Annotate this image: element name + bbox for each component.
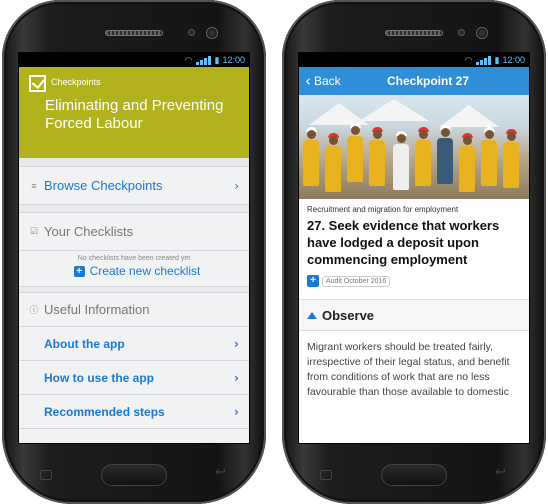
- checkpoint-content: Recruitment and migration for employment…: [299, 199, 529, 287]
- nav-bar: ‹ Back Checkpoint 27: [299, 67, 529, 95]
- menu-key-icon[interactable]: [320, 470, 332, 480]
- status-bar: ◠ ▮ 12:00: [19, 53, 249, 67]
- speaker-grille: [105, 30, 163, 36]
- menu-key-icon[interactable]: [40, 470, 52, 480]
- status-time: 12:00: [502, 55, 525, 65]
- status-bar: ◠ ▮ 12:00: [299, 53, 529, 67]
- back-key-icon[interactable]: ↩: [215, 465, 226, 480]
- about-app-label: About the app: [44, 336, 125, 351]
- signal-icon: [475, 55, 492, 65]
- chevron-right-icon: ›: [234, 404, 239, 419]
- create-checklist-label: Create new checklist: [89, 264, 201, 278]
- checkpoint-tags: + Audit October 2016: [307, 275, 521, 287]
- front-camera: [206, 27, 218, 39]
- app-header: Checkpoints Eliminating and Preventing F…: [19, 67, 249, 158]
- recommended-steps-row[interactable]: Recommended steps ›: [19, 395, 249, 429]
- checkbox-logo-icon: [29, 75, 46, 92]
- checkpoint-heading: 27. Seek evidence that workers have lodg…: [307, 218, 500, 267]
- triangle-up-icon: [307, 311, 317, 319]
- how-to-use-row[interactable]: How to use the app ›: [19, 361, 249, 395]
- info-icon: ⓘ: [29, 305, 39, 315]
- chevron-right-icon: ›: [234, 370, 239, 385]
- observe-text: Migrant workers should be treated fairly…: [307, 341, 510, 398]
- back-key-icon[interactable]: ↩: [495, 465, 506, 480]
- back-label: Back: [314, 74, 341, 88]
- empty-checklists-note: No checklists have been created yet: [77, 255, 191, 262]
- checklists-section: No checklists have been created yet + Cr…: [19, 251, 249, 287]
- home-menu: ≡ Browse Checkpoints › ☑ Your Checklists…: [19, 158, 249, 443]
- home-button[interactable]: [381, 464, 447, 486]
- status-time: 12:00: [222, 55, 245, 65]
- phone-left: ◠ ▮ 12:00 Checkpoints Eliminating and Pr…: [2, 0, 266, 504]
- divider: [19, 205, 249, 213]
- app-title: Eliminating and Preventing Forced Labour: [45, 97, 224, 132]
- wifi-icon: ◠: [464, 54, 473, 65]
- front-camera: [476, 27, 488, 39]
- checkpoint-category: Recruitment and migration for employment: [307, 205, 459, 214]
- recommended-steps-label: Recommended steps: [44, 404, 165, 419]
- app-brand: Checkpoints: [51, 77, 101, 87]
- browse-checkpoints-row[interactable]: ≡ Browse Checkpoints ›: [19, 167, 249, 205]
- useful-information-header: ⓘ Useful Information: [19, 293, 249, 327]
- divider: [19, 158, 249, 167]
- back-button[interactable]: ‹ Back: [299, 72, 341, 90]
- screen-home: ◠ ▮ 12:00 Checkpoints Eliminating and Pr…: [18, 52, 250, 444]
- plus-icon: +: [73, 265, 85, 277]
- chevron-right-icon: ›: [234, 336, 239, 351]
- add-to-checklist-button[interactable]: +: [307, 275, 319, 287]
- speaker-grille: [385, 30, 443, 36]
- your-checklists-label: Your Checklists: [44, 224, 134, 239]
- useful-information-label: Useful Information: [44, 302, 150, 317]
- checkbox-icon: ☑: [29, 226, 39, 236]
- observe-section-header[interactable]: Observe: [299, 299, 529, 331]
- screen-checkpoint: ◠ ▮ 12:00 ‹ Back Checkpoint 27 Recruitme…: [298, 52, 530, 444]
- home-button[interactable]: [101, 464, 167, 486]
- list-icon: ≡: [31, 180, 37, 191]
- signal-icon: [195, 55, 212, 65]
- how-to-use-label: How to use the app: [44, 370, 155, 385]
- sensor: [458, 29, 465, 36]
- battery-icon: ▮: [214, 54, 220, 65]
- checklist-tag[interactable]: Audit October 2016: [322, 275, 391, 287]
- observe-label: Observe: [322, 307, 375, 323]
- about-app-row[interactable]: About the app ›: [19, 327, 249, 361]
- chevron-right-icon: ›: [234, 178, 239, 193]
- checkpoint-photo: [299, 95, 529, 199]
- wifi-icon: ◠: [184, 54, 193, 65]
- phone-right: ◠ ▮ 12:00 ‹ Back Checkpoint 27 Recruitme…: [282, 0, 546, 504]
- battery-icon: ▮: [494, 54, 500, 65]
- back-arrow-icon: ‹: [305, 72, 311, 90]
- browse-checkpoints-label: Browse Checkpoints: [44, 178, 163, 193]
- your-checklists-header: ☑ Your Checklists: [19, 213, 249, 251]
- sensor: [188, 29, 195, 36]
- create-checklist-button[interactable]: + Create new checklist: [19, 262, 249, 286]
